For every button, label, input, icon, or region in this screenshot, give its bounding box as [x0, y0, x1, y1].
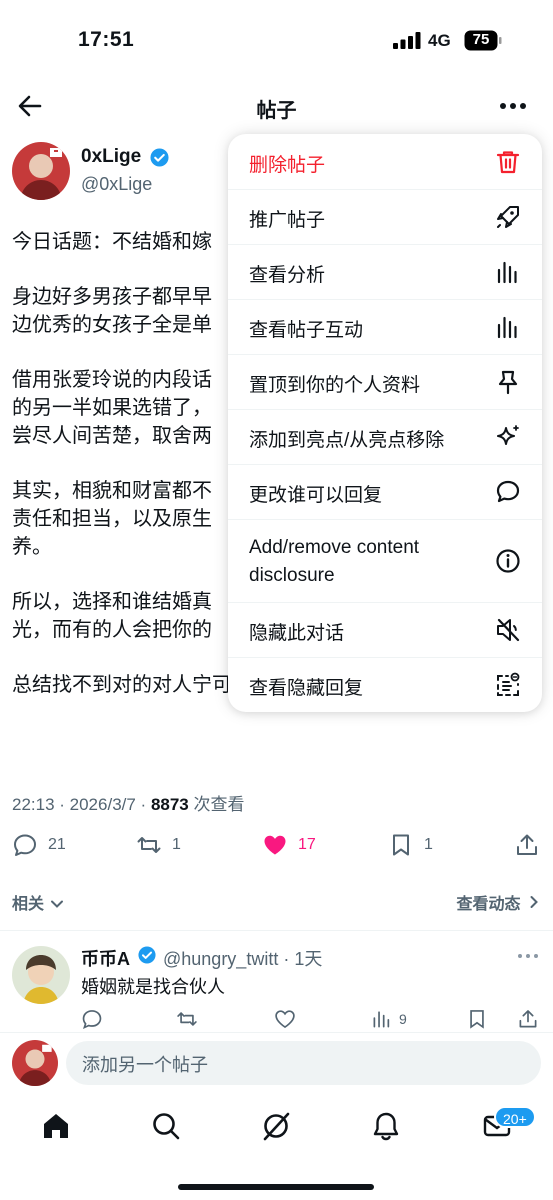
divider: [0, 930, 553, 931]
views-button[interactable]: 9: [371, 1008, 407, 1030]
more-options-icon[interactable]: [499, 96, 527, 116]
repost-icon: [137, 837, 161, 853]
hidden-replies-icon: [497, 672, 520, 696]
author-name[interactable]: 0xLige: [81, 146, 141, 168]
like-button[interactable]: 17: [262, 832, 316, 858]
repost-icon: [177, 1012, 197, 1026]
menu-item-view-analytics[interactable]: 查看分析: [228, 245, 542, 300]
related-label: 相关: [12, 896, 45, 913]
trash-icon: [496, 151, 520, 174]
reply-count: 21: [48, 836, 66, 853]
reply-avatar[interactable]: [12, 946, 70, 1004]
verified-badge-icon: [138, 946, 156, 964]
share-icon: [519, 1010, 537, 1028]
reply-button[interactable]: [81, 1008, 103, 1030]
post-timestamp: 22:13 · 2026/3/7 ·: [12, 795, 151, 814]
menu-item-pin-to-profile[interactable]: 置顶到你的个人资料: [228, 355, 542, 410]
menu-item-label: 删除帖子: [249, 155, 326, 176]
chevron-right-icon: [530, 896, 538, 908]
repost-button[interactable]: [176, 1008, 198, 1030]
status-bar: 17:51 4G 75: [0, 0, 553, 80]
top-bar: 帖子: [0, 80, 553, 134]
bell-icon[interactable]: [370, 1110, 402, 1142]
menu-item-change-who-can-reply[interactable]: 更改谁可以回复: [228, 465, 542, 520]
speech-bubble-icon: [496, 480, 520, 503]
author-handle[interactable]: @0xLige: [81, 174, 152, 195]
post-options-menu: 删除帖子 推广帖子 查看分析 查看帖子互动 置顶到你的个人资料 添加到亮点/从亮…: [228, 134, 542, 712]
reply-view-count: 9: [399, 1011, 407, 1027]
menu-item-label: 查看帖子互动: [249, 320, 364, 341]
share-button[interactable]: [514, 832, 540, 858]
network-label: 4G: [428, 31, 451, 50]
bookmark-count: 1: [424, 836, 433, 853]
menu-item-content-disclosure[interactable]: Add/remove content disclosure: [228, 520, 542, 603]
reply-actions: 9: [0, 1006, 553, 1032]
menu-item-label: Add/remove content disclosure: [249, 537, 420, 586]
post-actions: 21 1 17 1: [0, 828, 553, 868]
repost-button[interactable]: 1: [136, 832, 181, 858]
chevron-down-icon: [51, 900, 64, 908]
reply-author-handle[interactable]: @hungry_twitt · 1天: [163, 945, 322, 971]
share-button[interactable]: [517, 1008, 539, 1030]
view-count-label: 次查看: [188, 795, 245, 814]
mute-icon: [497, 618, 520, 642]
like-count: 17: [298, 836, 316, 853]
heart-icon: [275, 1010, 295, 1029]
repost-count: 1: [172, 836, 181, 853]
info-icon: [496, 549, 520, 573]
menu-item-view-hidden-replies[interactable]: 查看隐藏回复: [228, 658, 542, 712]
home-indicator: [178, 1184, 374, 1190]
analytics-icon: [497, 261, 517, 284]
sparkle-icon: [497, 425, 519, 445]
bookmark-icon: [470, 1010, 484, 1029]
activity-label: 查看动态: [456, 896, 521, 913]
verified-badge-icon: [150, 148, 169, 167]
messages-badge: 20+: [494, 1106, 536, 1128]
menu-item-label: 更改谁可以回复: [249, 485, 383, 506]
grok-icon[interactable]: [260, 1110, 292, 1142]
reply-icon: [82, 1010, 102, 1030]
menu-item-highlights[interactable]: 添加到亮点/从亮点移除: [228, 410, 542, 465]
search-icon[interactable]: [150, 1110, 182, 1142]
menu-item-label: 查看分析: [249, 265, 326, 286]
my-avatar: [12, 1040, 58, 1086]
reply-author-name[interactable]: 币币A: [81, 945, 130, 971]
menu-item-view-engagements[interactable]: 查看帖子互动: [228, 300, 542, 355]
menu-item-label: 添加到亮点/从亮点移除: [249, 430, 445, 451]
view-count: 8873: [150, 795, 189, 814]
status-time: 17:51: [78, 28, 135, 51]
battery-level: 75: [472, 31, 490, 48]
reply-compose-input[interactable]: 添加另一个帖子: [66, 1041, 541, 1085]
like-button[interactable]: [274, 1008, 296, 1030]
more-options-icon[interactable]: [517, 952, 539, 960]
post-metadata: 22:13 · 2026/3/7 · 8873 次查看: [12, 790, 245, 815]
menu-item-label: 置顶到你的个人资料: [249, 375, 421, 396]
menu-item-label: 推广帖子: [249, 210, 326, 231]
home-icon[interactable]: [40, 1110, 72, 1142]
battery-icon: 75: [464, 30, 502, 51]
signal-icon: [393, 32, 421, 49]
pin-icon: [498, 370, 518, 395]
view-activity-link[interactable]: 查看动态: [457, 890, 539, 914]
heart-icon: [264, 835, 286, 855]
reply-text: 婚姻就是找合伙人: [81, 977, 225, 997]
share-icon: [517, 834, 537, 855]
menu-item-delete-post[interactable]: 删除帖子: [228, 134, 542, 190]
reply-button[interactable]: 21: [12, 832, 66, 858]
menu-item-label: 隐藏此对话: [249, 623, 345, 644]
analytics-icon: [373, 1011, 390, 1028]
menu-item-hide-conversation[interactable]: 隐藏此对话: [228, 603, 542, 658]
menu-item-promote-post[interactable]: 推广帖子: [228, 190, 542, 245]
rocket-icon: [497, 206, 519, 228]
bookmark-icon: [393, 834, 409, 856]
author-avatar[interactable]: [12, 142, 70, 200]
page-title: 帖子: [256, 100, 297, 122]
reply-icon: [14, 834, 36, 856]
bookmark-button[interactable]: [466, 1008, 488, 1030]
related-tab[interactable]: 相关: [12, 890, 64, 914]
menu-item-label: 查看隐藏回复: [249, 678, 364, 699]
bookmark-button[interactable]: 1: [388, 832, 433, 858]
analytics-icon: [497, 316, 517, 339]
